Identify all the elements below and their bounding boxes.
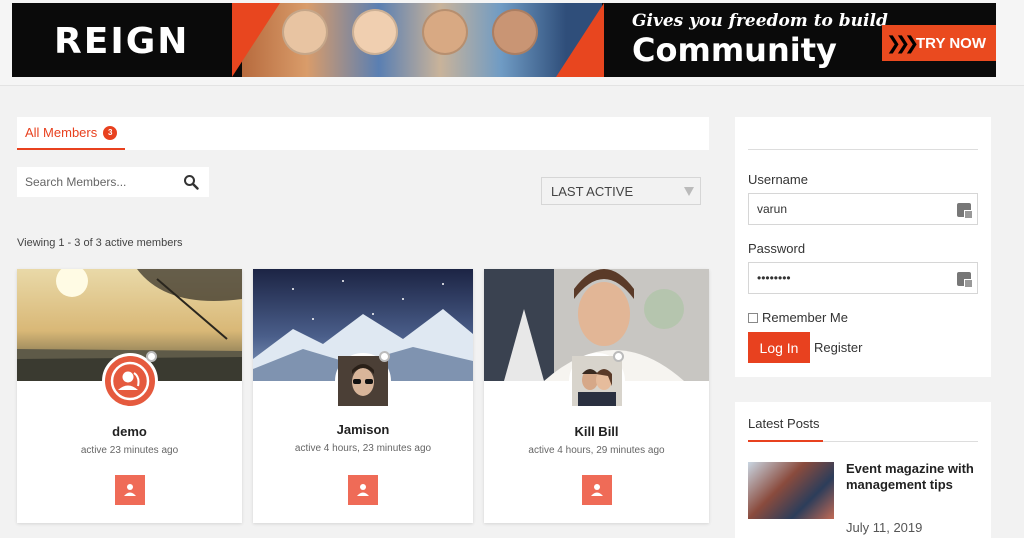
user-icon <box>357 484 369 496</box>
reign-logo: REIGN <box>54 21 190 62</box>
member-card: Jamison active 4 hours, 23 minutes ago <box>253 269 473 523</box>
member-count-badge: 3 <box>103 125 118 140</box>
divider <box>748 149 978 150</box>
user-icon <box>123 484 136 496</box>
register-link[interactable]: Register <box>814 340 862 355</box>
search-icon[interactable] <box>183 174 199 190</box>
latest-posts-widget: Latest Posts Event magazine with managem… <box>735 402 991 538</box>
username-label: Username <box>748 172 808 187</box>
member-last-active: active 23 minutes ago <box>80 445 179 456</box>
user-icon <box>590 484 603 496</box>
member-card: Kill Bill active 4 hours, 29 minutes ago <box>484 269 709 523</box>
remember-me-label: Remember Me <box>762 310 848 325</box>
member-card: demo active 23 minutes ago <box>17 269 242 523</box>
password-manager-icon[interactable] <box>957 272 973 288</box>
remember-me-checkbox[interactable] <box>748 312 758 323</box>
title-underline <box>748 440 823 442</box>
member-search <box>17 167 209 197</box>
login-widget: Username varun Password •••••••• Remembe… <box>735 117 991 377</box>
post-title[interactable]: Event magazine with management tips <box>846 461 981 493</box>
post-thumbnail[interactable] <box>748 462 834 519</box>
banner-tagline-big: Community <box>632 31 837 69</box>
ad-banner[interactable]: REIGN Gives you freedom to build Communi… <box>12 3 996 77</box>
add-friend-button[interactable] <box>581 475 612 505</box>
pagination-count: Viewing 1 - 3 of 3 active members <box>17 237 183 249</box>
chevron-down-icon <box>684 187 694 196</box>
top-banner-area: REIGN Gives you freedom to build Communi… <box>0 0 1024 86</box>
status-indicator <box>379 351 390 362</box>
arrows-icon: ❯❯❯ <box>886 33 919 53</box>
banner-tagline-small: Gives you freedom to build <box>632 11 888 31</box>
username-field[interactable]: varun <box>748 193 978 225</box>
order-by-value: LAST ACTIVE <box>551 183 634 199</box>
tab-all-members[interactable]: All Members 3 <box>17 117 126 150</box>
login-button[interactable]: Log In <box>748 332 810 363</box>
tab-label: All Members <box>25 125 98 140</box>
remember-me[interactable]: Remember Me <box>748 310 848 325</box>
password-manager-icon[interactable] <box>957 203 973 219</box>
member-name[interactable]: demo <box>17 424 242 439</box>
password-field[interactable]: •••••••• <box>748 262 978 294</box>
add-friend-button[interactable] <box>348 475 378 505</box>
members-tabbar: All Members 3 <box>17 117 709 150</box>
search-input[interactable] <box>17 167 177 197</box>
order-by-select[interactable]: LAST ACTIVE <box>541 177 701 205</box>
member-last-active: active 4 hours, 23 minutes ago <box>294 443 432 454</box>
password-value: •••••••• <box>757 271 791 285</box>
try-now-button[interactable]: ❯❯❯ TRY NOW <box>882 25 996 61</box>
status-indicator <box>145 351 157 362</box>
member-name[interactable]: Jamison <box>253 422 473 437</box>
member-name[interactable]: Kill Bill <box>484 424 709 439</box>
password-label: Password <box>748 241 806 256</box>
username-value: varun <box>757 202 788 216</box>
status-indicator <box>612 351 624 362</box>
member-last-active: active 4 hours, 29 minutes ago <box>528 445 665 456</box>
banner-photo <box>232 3 604 77</box>
add-friend-button[interactable] <box>114 475 145 505</box>
try-now-label: TRY NOW <box>916 34 986 52</box>
post-date: July 11, 2019 <box>846 520 923 535</box>
widget-title: Latest Posts <box>748 416 820 431</box>
